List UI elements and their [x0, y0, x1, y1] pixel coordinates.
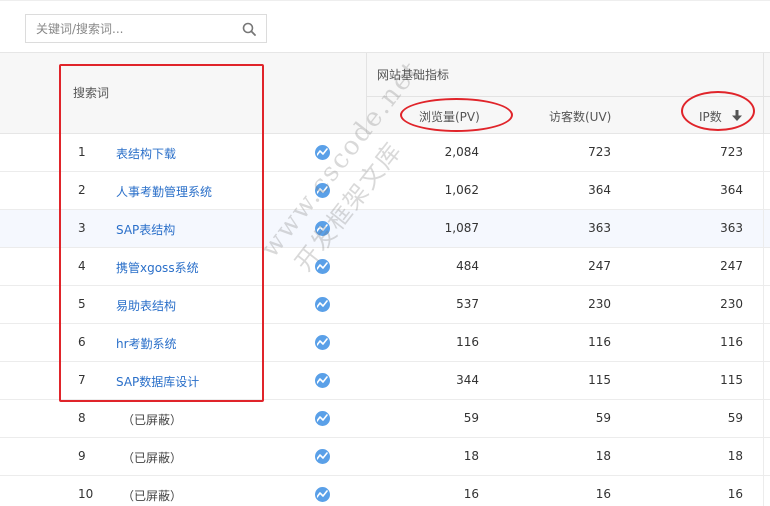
- table-row[interactable]: 1 表结构下载 2,084 723 723: [0, 134, 770, 172]
- cell-pv: 344: [456, 373, 479, 387]
- cell-uv: 116: [588, 335, 611, 349]
- cell-ip: 115: [720, 373, 743, 387]
- column-header-pv[interactable]: 浏览量(PV): [419, 108, 480, 125]
- trend-chart-icon[interactable]: [315, 335, 330, 350]
- cell-pv: 116: [456, 335, 479, 349]
- cell-ip: 247: [720, 259, 743, 273]
- table-row[interactable]: 8 （已屏蔽） 59 59 59: [0, 400, 770, 438]
- trend-chart-icon[interactable]: [315, 183, 330, 198]
- row-rank: 7: [78, 373, 86, 387]
- header-divider: [763, 53, 764, 135]
- row-rank: 2: [78, 183, 86, 197]
- cell-uv: 723: [588, 145, 611, 159]
- row-divider: [763, 476, 764, 506]
- column-header-uv[interactable]: 访客数(UV): [549, 108, 611, 125]
- row-divider: [763, 362, 764, 400]
- cell-uv: 18: [595, 449, 611, 463]
- cell-ip: 59: [727, 411, 743, 425]
- table-row[interactable]: 3 SAP表结构 1,087 363 363: [0, 210, 770, 248]
- table-header: 搜索词 网站基础指标 浏览量(PV) 访客数(UV) IP数: [0, 52, 770, 135]
- cell-uv: 16: [595, 487, 611, 501]
- cell-ip: 18: [727, 449, 743, 463]
- cell-uv: 59: [595, 411, 611, 425]
- keyword-link[interactable]: 携管xgoss系统: [116, 259, 199, 276]
- row-divider: [763, 248, 764, 286]
- toolbar: [0, 0, 770, 52]
- cell-ip: 364: [720, 183, 743, 197]
- row-rank: 3: [78, 221, 86, 235]
- table-row[interactable]: 5 易助表结构 537 230 230: [0, 286, 770, 324]
- row-divider: [763, 438, 764, 476]
- cell-uv: 230: [588, 297, 611, 311]
- trend-chart-icon[interactable]: [315, 487, 330, 502]
- cell-ip: 723: [720, 145, 743, 159]
- trend-chart-icon[interactable]: [315, 259, 330, 274]
- keyword-link[interactable]: SAP数据库设计: [116, 373, 199, 390]
- keyword-link[interactable]: 人事考勤管理系统: [116, 183, 212, 200]
- cell-ip: 16: [727, 487, 743, 501]
- trend-chart-icon[interactable]: [315, 411, 330, 426]
- cell-ip: 116: [720, 335, 743, 349]
- header-divider: [366, 53, 367, 135]
- cell-pv: 59: [463, 411, 479, 425]
- row-divider: [763, 134, 764, 172]
- row-divider: [763, 324, 764, 362]
- trend-chart-icon[interactable]: [315, 449, 330, 464]
- trend-chart-icon[interactable]: [315, 145, 330, 160]
- trend-chart-icon[interactable]: [315, 297, 330, 312]
- column-header-ip[interactable]: IP数: [699, 108, 722, 125]
- cell-pv: 537: [456, 297, 479, 311]
- row-divider: [763, 210, 764, 248]
- keyword-link[interactable]: 易助表结构: [116, 297, 176, 314]
- search-input[interactable]: [36, 15, 236, 42]
- row-rank: 10: [78, 487, 94, 501]
- table-row[interactable]: 6 hr考勤系统 116 116 116: [0, 324, 770, 362]
- row-rank: 4: [78, 259, 86, 273]
- cell-uv: 115: [588, 373, 611, 387]
- row-divider: [763, 286, 764, 324]
- cell-pv: 18: [463, 449, 479, 463]
- header-divider: [366, 96, 770, 97]
- cell-pv: 1,062: [444, 183, 479, 197]
- keyword-link[interactable]: SAP表结构: [116, 221, 175, 238]
- row-divider: [763, 400, 764, 438]
- cell-uv: 363: [588, 221, 611, 235]
- sort-descending-icon[interactable]: [732, 110, 742, 122]
- row-rank: 8: [78, 411, 86, 425]
- keyword-masked: （已屏蔽）: [122, 451, 183, 465]
- search-box: [25, 14, 267, 43]
- keyword-masked: （已屏蔽）: [122, 413, 183, 427]
- table-body: 1 表结构下载 2,084 723 723 2 人事考勤管理系统 1,062 364 364 3 SA…: [0, 134, 770, 506]
- search-icon[interactable]: [242, 22, 256, 36]
- trend-chart-icon[interactable]: [315, 221, 330, 236]
- column-group-basic-metrics: 网站基础指标: [377, 68, 450, 82]
- row-divider: [763, 172, 764, 210]
- trend-chart-icon[interactable]: [315, 373, 330, 388]
- table-row[interactable]: 2 人事考勤管理系统 1,062 364 364: [0, 172, 770, 210]
- cell-uv: 247: [588, 259, 611, 273]
- table-row[interactable]: 4 携管xgoss系统 484 247 247: [0, 248, 770, 286]
- keyword-masked: （已屏蔽）: [122, 489, 183, 503]
- table-row[interactable]: 10 （已屏蔽） 16 16 16: [0, 476, 770, 506]
- row-rank: 9: [78, 449, 86, 463]
- cell-pv: 16: [463, 487, 479, 501]
- cell-ip: 230: [720, 297, 743, 311]
- keyword-link[interactable]: 表结构下载: [116, 145, 176, 162]
- row-rank: 1: [78, 145, 86, 159]
- keyword-link[interactable]: hr考勤系统: [116, 335, 177, 352]
- table-row[interactable]: 9 （已屏蔽） 18 18 18: [0, 438, 770, 476]
- cell-ip: 363: [720, 221, 743, 235]
- cell-pv: 484: [456, 259, 479, 273]
- table-row[interactable]: 7 SAP数据库设计 344 115 115: [0, 362, 770, 400]
- cell-uv: 364: [588, 183, 611, 197]
- row-rank: 5: [78, 297, 86, 311]
- row-rank: 6: [78, 335, 86, 349]
- column-header-keyword: 搜索词: [73, 86, 110, 100]
- cell-pv: 1,087: [444, 221, 479, 235]
- cell-pv: 2,084: [444, 145, 479, 159]
